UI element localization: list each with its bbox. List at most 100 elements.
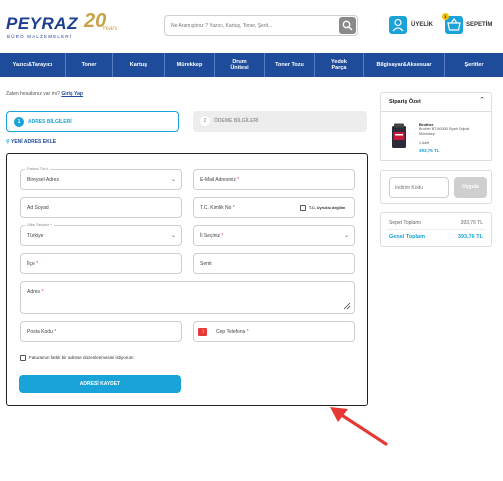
nav-item-seritler[interactable]: Şeritler — [445, 53, 503, 77]
nav-item-yazici-tarayici[interactable]: Yazıcı&Tarayıcı — [0, 53, 66, 77]
address-textarea[interactable]: Adres * — [20, 281, 355, 314]
district-field-label: İlçe * — [27, 261, 38, 267]
different-invoice-address-label: Faturamın farklı bir adrese düzenlenmesi… — [29, 355, 134, 360]
subtotal-label: Sepet Toplamı — [389, 220, 421, 226]
required-mark: * — [41, 289, 44, 295]
login-prompt: Zaten hesabınız var mı? Giriş Yap — [6, 91, 83, 97]
required-mark: * — [54, 329, 57, 335]
site-logo[interactable]: PEYRAZ 20 Years BÜRO MALZEMELERİ — [6, 10, 121, 40]
location-pin-icon: ⚲ — [6, 139, 10, 145]
neighborhood-field[interactable]: Semt — [193, 253, 355, 274]
step-payment[interactable]: 2 ÖDEME BİLGİLERİ — [193, 111, 367, 132]
category-nav: Yazıcı&Tarayıcı Toner Kartuş Mürekkep Dr… — [0, 53, 503, 77]
logo-years: Years — [102, 26, 118, 32]
tc-id-field[interactable]: T.C. Kimlik No * T.C. Uyruklu değilim — [193, 197, 355, 218]
login-prompt-text: Zaten hesabınız var mı? — [6, 91, 60, 97]
city-select[interactable]: İl Seçiniz * ⌄ — [193, 225, 355, 246]
chevron-down-icon: ⌄ — [170, 233, 176, 239]
divider — [387, 229, 485, 230]
required-mark: * — [221, 233, 224, 239]
nav-item-drum-unitesi[interactable]: Drum Ünitesi — [215, 53, 265, 77]
invoice-type-value: Bireysel Adres — [27, 177, 59, 183]
nav-item-label: Şeritler — [464, 62, 484, 68]
search-icon — [342, 20, 353, 31]
search-box — [164, 15, 358, 36]
district-label-text: İlçe — [27, 261, 35, 267]
nav-item-bilgisayar-aksesuar[interactable]: Bilgisayar&Aksesuar — [364, 53, 445, 77]
step-number: 1 — [14, 117, 24, 127]
nav-item-label: Bilgisayar&Aksesuar — [376, 62, 432, 68]
tc-label-text: T.C. Kimlik No — [200, 205, 232, 211]
district-field[interactable]: İlçe * — [20, 253, 182, 274]
different-invoice-address-checkbox[interactable] — [20, 355, 26, 361]
nav-item-murekkep[interactable]: Mürekkep — [165, 53, 215, 77]
country-floating-label: Ülke Seçiniz * — [25, 222, 54, 227]
country-select[interactable]: Ülke Seçiniz * Türkiye ⌄ — [20, 222, 182, 246]
email-field-label: E-Mail Adresiniz * — [200, 177, 239, 183]
name-field-label: Ad Soyad — [27, 205, 49, 211]
email-label-text: E-Mail Adresiniz — [200, 177, 236, 183]
product-quantity: 1 Adet — [419, 141, 430, 145]
nav-item-yedek-parca[interactable]: Yedek Parça — [315, 53, 364, 77]
postal-code-field[interactable]: Posta Kodu * — [20, 321, 182, 342]
logo-text: PEYRAZ — [6, 14, 78, 33]
neighborhood-field-label: Semt — [200, 261, 212, 267]
country-value: Türkiye — [27, 233, 44, 239]
cart-count-badge: 1 — [442, 13, 449, 20]
login-link[interactable]: Giriş Yap — [61, 91, 83, 97]
nav-item-toner[interactable]: Toner — [66, 53, 113, 77]
new-address-label: YENİ ADRES EKLE — [10, 139, 57, 145]
city-field-label: İl Seçiniz * — [200, 233, 223, 239]
phone-field[interactable]: ☽ Cep Telefonu * — [193, 321, 355, 342]
foreign-citizen-label: T.C. Uyruklu değilim — [309, 206, 346, 210]
city-label-text: İl Seçiniz — [200, 233, 221, 239]
nav-item-label: Mürekkep — [176, 62, 203, 68]
nav-item-kartus[interactable]: Kartuş — [113, 53, 165, 77]
totals-panel: Sepet Toplamı 393,76 TL Genel Toplam 393… — [380, 212, 492, 247]
address-field-label: Adres * — [27, 289, 43, 295]
product-image — [392, 123, 406, 148]
foreign-citizen-checkbox[interactable] — [300, 205, 306, 211]
step-number: 2 — [200, 116, 210, 126]
nav-item-toner-tozu[interactable]: Toner Tozu — [265, 53, 315, 77]
save-address-button[interactable]: ADRESİ KAYDET — [19, 375, 181, 393]
grand-total-label: Genel Toplam — [389, 234, 425, 240]
turkey-flag-icon[interactable]: ☽ — [198, 328, 207, 336]
cart-label: SEPETİM — [466, 22, 493, 28]
phone-field-label: Cep Telefonu * — [216, 329, 249, 335]
coupon-panel: Uygula — [380, 170, 492, 204]
step-address[interactable]: 1 ADRES BİLGİLERİ — [6, 111, 179, 132]
product-name: Brother BT-6000B Siyah Orjinal Mürekkep — [419, 127, 470, 136]
nav-item-label: Kartuş — [129, 62, 148, 68]
required-mark: * — [232, 205, 235, 211]
search-input[interactable] — [171, 16, 337, 35]
chevron-up-icon: ⌃ — [479, 97, 485, 104]
invoice-type-select[interactable]: Fatura Türü Bireysel Adres ⌄ — [20, 166, 182, 190]
product-price: 393,76 TL — [419, 148, 440, 153]
nav-item-label: Drum Ünitesi — [230, 59, 249, 71]
coupon-input[interactable] — [389, 177, 449, 198]
logo-subtitle: BÜRO MALZEMELERİ — [7, 34, 73, 39]
nav-item-label: Toner — [81, 62, 97, 68]
name-field[interactable]: Ad Soyad — [20, 197, 182, 218]
grand-total-value: 393,76 TL — [457, 234, 483, 240]
country-label-text: Ülke Seçiniz — [27, 222, 50, 227]
email-field[interactable]: E-Mail Adresiniz * — [193, 169, 355, 190]
invoice-type-label: Fatura Türü — [25, 166, 50, 171]
step-label: ÖDEME BİLGİLERİ — [214, 118, 259, 124]
site-header: PEYRAZ 20 Years BÜRO MALZEMELERİ ÜYELİK — [0, 0, 503, 52]
tc-id-field-label: T.C. Kimlik No * — [200, 205, 235, 211]
postal-field-label: Posta Kodu * — [27, 329, 56, 335]
required-mark: * — [50, 222, 52, 227]
resize-handle-icon[interactable] — [343, 302, 351, 310]
chevron-down-icon: ⌄ — [170, 177, 176, 183]
search-button[interactable] — [339, 17, 356, 34]
order-summary-header[interactable]: Sipariş Özet ⌃ — [380, 92, 492, 111]
account-label: ÜYELİK — [411, 22, 434, 28]
nav-item-label: Yedek Parça — [331, 59, 347, 71]
apply-coupon-button[interactable]: Uygula — [454, 177, 487, 198]
user-icon — [389, 16, 407, 34]
subtotal-value: 393,76 TL — [460, 220, 483, 226]
order-summary-item: Brother Brother BT-6000B Siyah Orjinal M… — [380, 111, 492, 161]
nav-item-label: Yazıcı&Tarayıcı — [12, 62, 53, 68]
